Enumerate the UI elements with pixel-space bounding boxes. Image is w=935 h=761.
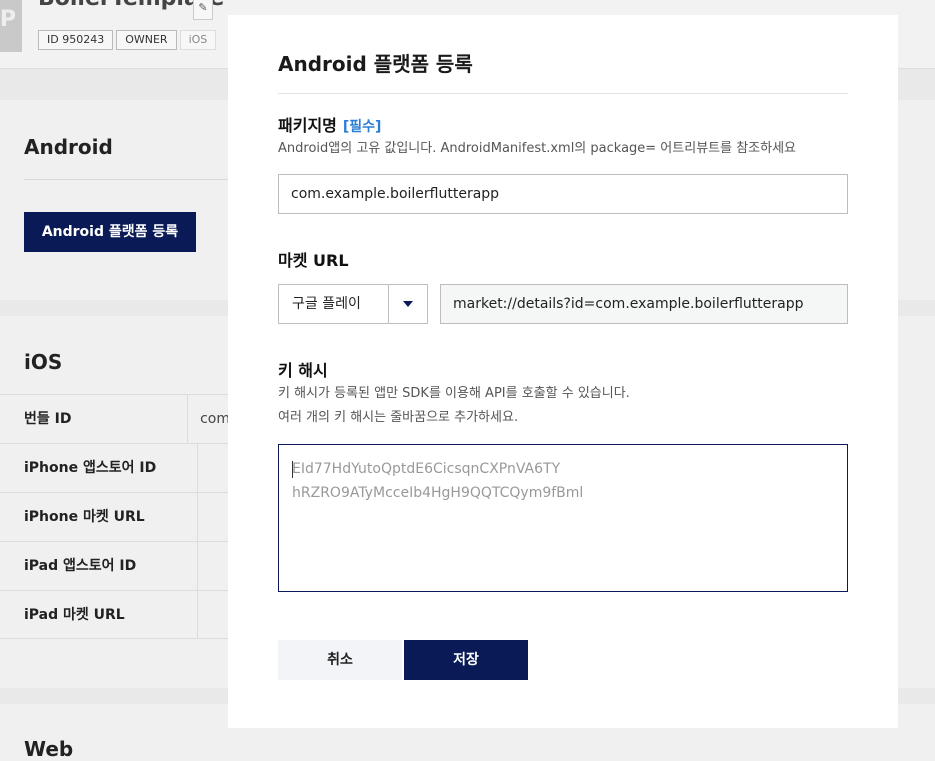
app-tags: ID 950243 OWNER iOS: [38, 30, 217, 50]
key-hash-placeholder-1: EId77HdYutoQptdE6CicsqnCXPnVA6TY: [292, 461, 561, 477]
table-row: iPad 마켓 URL: [0, 590, 230, 639]
android-register-button[interactable]: Android 플랫폼 등록: [24, 212, 196, 252]
caret-down-icon[interactable]: [403, 301, 413, 307]
text-cursor: [292, 461, 293, 478]
modal-divider: [278, 93, 848, 94]
package-name-description: Android앱의 고유 값입니다. AndroidManifest.xml의 …: [278, 141, 797, 156]
iphone-appstore-id-value: [198, 444, 210, 492]
key-hash-placeholder-2: hRZRO9ATyMcceIb4HgH9QQTCQym9fBml: [292, 485, 584, 501]
ipad-market-url-label: iPad 마켓 URL: [0, 591, 198, 638]
select-separator: [388, 285, 389, 323]
iphone-market-url-value: [198, 493, 210, 541]
android-divider: [24, 179, 234, 180]
ios-info-table: 번들 ID com iPhone 앱스토어 ID iPhone 마켓 URL i…: [0, 394, 230, 639]
edit-icon[interactable]: ✎: [193, 0, 213, 20]
owner-tag: OWNER: [116, 30, 177, 50]
required-badge: [필수]: [342, 119, 382, 135]
table-row: 번들 ID com: [0, 394, 230, 443]
table-row: iPhone 앱스토어 ID: [0, 443, 230, 492]
cancel-button[interactable]: 취소: [278, 640, 402, 680]
market-store-selected: 구글 플레이: [292, 296, 361, 312]
ios-tag: iOS: [179, 30, 217, 50]
package-name-label-text: 패키지명: [278, 116, 337, 135]
app-icon: P: [0, 0, 22, 52]
table-row: iPhone 마켓 URL: [0, 492, 230, 541]
key-hash-textarea[interactable]: EId77HdYutoQptdE6CicsqnCXPnVA6TY hRZRO9A…: [278, 444, 848, 592]
android-heading: Android: [24, 135, 113, 159]
table-row: iPad 앱스토어 ID: [0, 541, 230, 590]
market-url-input[interactable]: market://details?id=com.example.boilerfl…: [440, 284, 848, 324]
android-platform-modal: Android 플랫폼 등록 패키지명 [필수] Android앱의 고유 값입니…: [228, 15, 898, 728]
web-heading: Web: [24, 737, 74, 761]
package-name-input[interactable]: com.example.boilerflutterapp: [278, 174, 848, 214]
bundle-id-value: com: [200, 411, 230, 427]
market-url-label: 마켓 URL: [278, 251, 349, 270]
modal-title: Android 플랫폼 등록: [278, 52, 473, 76]
ipad-appstore-id-value: [198, 542, 210, 590]
ios-heading: iOS: [24, 350, 63, 374]
package-name-label: 패키지명 [필수]: [278, 112, 381, 136]
key-hash-description-1: 키 해시가 등록된 앱만 SDK를 이용해 API를 호출할 수 있습니다.: [278, 386, 630, 401]
app-id-tag: ID 950243: [38, 30, 114, 50]
iphone-appstore-id-label: iPhone 앱스토어 ID: [0, 444, 198, 492]
ipad-market-url-value: [198, 591, 210, 638]
save-button[interactable]: 저장: [404, 640, 528, 680]
market-store-select[interactable]: 구글 플레이: [278, 284, 428, 324]
ipad-appstore-id-label: iPad 앱스토어 ID: [0, 542, 198, 590]
key-hash-label: 키 해시: [278, 361, 328, 380]
bundle-id-label: 번들 ID: [0, 395, 189, 443]
key-hash-description-2: 여러 개의 키 해시는 줄바꿈으로 추가하세요.: [278, 410, 519, 425]
iphone-market-url-label: iPhone 마켓 URL: [0, 493, 198, 541]
